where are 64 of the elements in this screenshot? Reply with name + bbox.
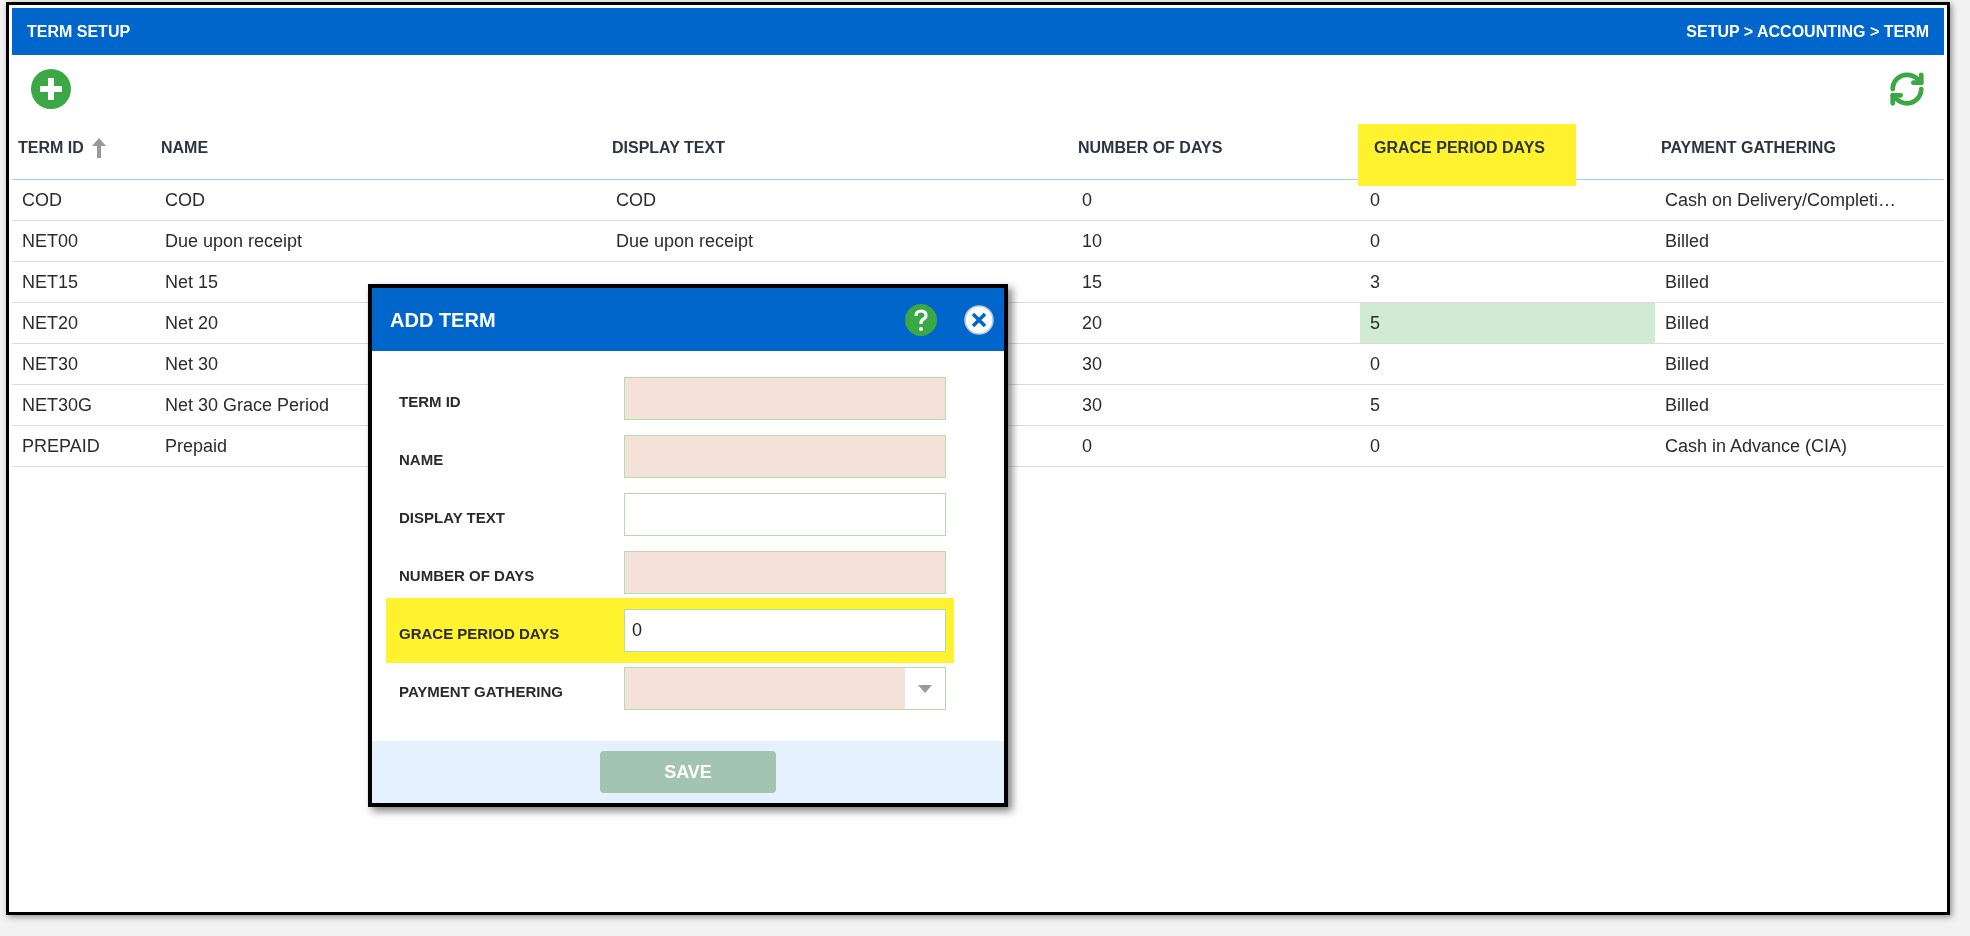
table-cell-text: NET30 [22, 352, 79, 376]
table-cell-text: 30 [1082, 393, 1103, 417]
table-cell-text: 15 [1082, 270, 1103, 294]
input-field[interactable]: 0 [624, 609, 946, 652]
table-cell-text: Billed [1665, 352, 1710, 376]
table-cell-text: Due upon receipt [165, 229, 303, 253]
column-header[interactable]: TERM ID [10, 117, 114, 179]
field-label: PAYMENT GATHERING [399, 682, 564, 703]
column-header[interactable]: DISPLAY TEXT [604, 117, 733, 179]
table-cell-text: Net 30 Grace Period [165, 393, 330, 417]
help-icon[interactable] [904, 302, 938, 337]
table-cell-text: Prepaid [165, 434, 228, 458]
column-header[interactable]: NUMBER OF DAYS [1070, 117, 1231, 179]
table-cell-text: NET30G [22, 393, 93, 417]
caret-icon [918, 684, 932, 693]
page-title: TERM SETUP [27, 21, 131, 42]
table-cell-text: Cash on Delivery/Completi… [1665, 188, 1897, 212]
table-cell-text: 30 [1082, 352, 1103, 376]
column-header[interactable]: GRACE PERIOD DAYS [1358, 124, 1576, 186]
dialog-title: ADD TERM [390, 307, 496, 333]
table-cell-text: 0 [1370, 352, 1380, 376]
table-cell-text: 5 [1370, 311, 1380, 335]
table-cell-text: 10 [1082, 229, 1103, 253]
table-cell-text: COD [165, 188, 205, 212]
table-cell-text: 0 [1082, 188, 1092, 212]
field-label: GRACE PERIOD DAYS [399, 624, 561, 645]
add-icon[interactable] [30, 68, 72, 110]
table-cell-text: COD [22, 188, 62, 212]
input-field[interactable] [624, 551, 946, 594]
input-field[interactable] [624, 493, 946, 536]
input-field[interactable] [624, 377, 946, 420]
column-header[interactable]: PAYMENT GATHERING [1653, 117, 1844, 179]
field-label: TERM ID [399, 392, 462, 413]
dropdown-field[interactable] [624, 667, 946, 710]
table-cell-text: 0 [1370, 188, 1380, 212]
field-label: NAME [399, 450, 445, 471]
field-label: NUMBER OF DAYS [399, 566, 536, 587]
table-cell-text: NET20 [22, 311, 79, 335]
breadcrumb: SETUP > ACCOUNTING > TERM [1686, 21, 1929, 42]
table-cell-text: 3 [1370, 270, 1380, 294]
table-cell-text: 0 [1082, 434, 1092, 458]
table-cell-text: Billed [1665, 229, 1710, 253]
table-cell-text: 0 [1370, 434, 1380, 458]
table-cell-text: NET15 [22, 270, 79, 294]
field-label: DISPLAY TEXT [399, 508, 506, 529]
table-cell-text: 5 [1370, 393, 1380, 417]
sort-up-icon [91, 138, 106, 158]
table-cell-text: 0 [1370, 229, 1380, 253]
refresh-icon[interactable] [1888, 70, 1926, 108]
column-header[interactable]: NAME [153, 117, 217, 179]
table-cell-text: NET00 [22, 229, 79, 253]
table-cell-text: PREPAID [22, 434, 100, 458]
table-cell-text: Due upon receipt [616, 229, 754, 253]
table-cell-text: COD [616, 188, 656, 212]
table-cell-text: Net 30 [165, 352, 219, 376]
close-icon[interactable] [964, 304, 994, 335]
table-cell-text: Billed [1665, 311, 1710, 335]
table-cell-text: Net 15 [165, 270, 219, 294]
input-field[interactable] [624, 435, 946, 478]
table-cell-text: Billed [1665, 393, 1710, 417]
table-cell-text: Net 20 [165, 311, 219, 335]
table-cell-text: Billed [1665, 270, 1710, 294]
table-cell-text: 20 [1082, 311, 1103, 335]
table-cell-text: Cash in Advance (CIA) [1665, 434, 1848, 458]
